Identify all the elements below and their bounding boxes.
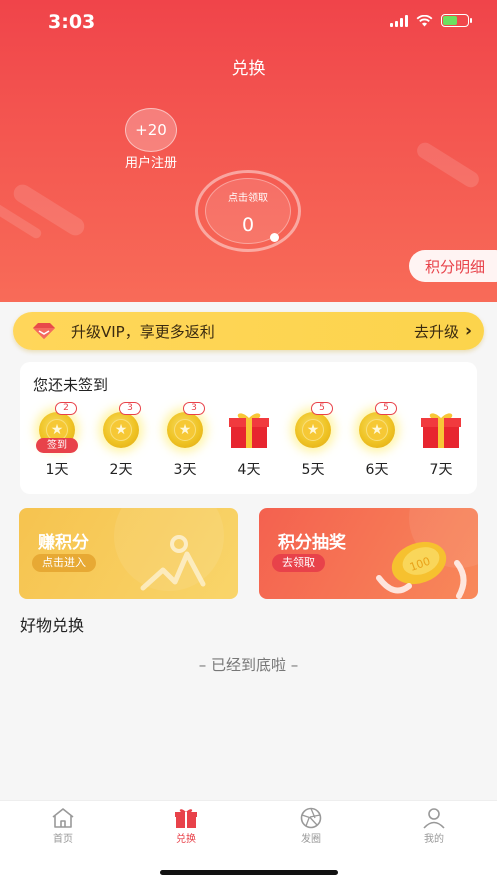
- signal-icon: [390, 14, 408, 27]
- battery-icon: [441, 14, 472, 27]
- status-time: 3:03: [48, 11, 96, 33]
- home-indicator: [160, 870, 338, 875]
- vip-upgrade-link[interactable]: 去升级: [414, 321, 459, 342]
- day-points-badge: 5: [375, 402, 397, 415]
- claim-value: 0: [241, 214, 255, 236]
- chevron-right-icon: ›: [464, 321, 472, 341]
- status-bar: 3:03: [0, 0, 497, 44]
- points-lottery-claim-button[interactable]: 去领取: [272, 554, 325, 572]
- sign-day-1[interactable]: ★ 2 签到 1天: [27, 400, 87, 490]
- day-points-badge: 2: [55, 402, 77, 415]
- sign-day-7[interactable]: 7天: [411, 400, 471, 490]
- sign-day-5[interactable]: ★ 5 5天: [283, 400, 343, 490]
- claim-label: 点击领取: [228, 193, 268, 204]
- tab-exchange[interactable]: 兑换: [156, 807, 216, 849]
- day-label: 7天: [429, 462, 453, 478]
- coin-icon: ★: [167, 412, 203, 448]
- tab-home[interactable]: 首页: [33, 807, 93, 849]
- day-points-badge: 3: [119, 402, 141, 415]
- home-icon: [52, 808, 74, 828]
- user-icon: [423, 808, 445, 829]
- points-detail-button[interactable]: 积分明细: [408, 250, 497, 282]
- earn-points-title: 赚积分: [38, 533, 89, 553]
- gift-icon: [175, 809, 197, 828]
- day-label: 6天: [365, 462, 389, 478]
- tab-label: 首页: [53, 834, 73, 845]
- coin-icon: ★: [359, 412, 395, 448]
- tab-mine[interactable]: 我的: [404, 807, 464, 849]
- tab-label: 兑换: [176, 834, 196, 845]
- register-bonus-label: 用户注册: [124, 156, 177, 171]
- points-lottery-title: 积分抽奖: [278, 533, 346, 553]
- decor-streak: [414, 139, 482, 191]
- vip-upgrade-banner[interactable]: 升级VIP，享更多返利 去升级 ›: [13, 312, 484, 350]
- wifi-icon: [416, 14, 433, 26]
- sign-in-card: 您还未签到 ★ 2 签到 1天 ★ 3 2天 ★ 3 3天 4天 ★ 5 5天 …: [20, 362, 477, 494]
- header-banner: 3:03 兑换 +20 用户注册 点击领取 0 积分明细: [0, 0, 497, 302]
- register-bonus-bubble[interactable]: +20: [125, 108, 177, 152]
- aperture-icon: [300, 807, 322, 829]
- sign-day-3[interactable]: ★ 3 3天: [155, 400, 215, 490]
- day-label: 3天: [173, 462, 197, 478]
- day-points-badge: 3: [183, 402, 205, 415]
- points-lottery-card[interactable]: 100 积分抽奖 去领取: [259, 508, 478, 599]
- tab-label: 我的: [424, 834, 444, 845]
- sign-in-title: 您还未签到: [33, 376, 109, 394]
- diamond-icon: [33, 323, 55, 339]
- gift-box-icon: [229, 413, 269, 448]
- sign-day-4[interactable]: 4天: [219, 400, 279, 490]
- sign-day-6[interactable]: ★ 5 6天: [347, 400, 407, 490]
- coin-icon: ★: [103, 412, 139, 448]
- goods-exchange-title: 好物兑换: [20, 616, 85, 635]
- sign-day-2[interactable]: ★ 3 2天: [91, 400, 151, 490]
- tab-label: 发圈: [301, 834, 321, 845]
- gift-box-icon: [421, 413, 461, 448]
- tab-moments[interactable]: 发圈: [281, 807, 341, 849]
- coin-icon: ★: [295, 412, 331, 448]
- earn-points-card[interactable]: 赚积分 点击进入: [19, 508, 238, 599]
- page-title: 兑换: [231, 59, 266, 79]
- day-label: 1天: [45, 462, 69, 478]
- day-label: 2天: [109, 462, 133, 478]
- day-label: 5天: [301, 462, 325, 478]
- day-points-badge: 5: [311, 402, 333, 415]
- vip-text: 升级VIP，享更多返利: [71, 322, 215, 341]
- earn-points-enter-button[interactable]: 点击进入: [32, 554, 96, 572]
- sign-in-tag[interactable]: 签到: [36, 438, 78, 453]
- claim-indicator-dot: [270, 233, 279, 242]
- end-of-list-text: – 已经到底啦 –: [198, 656, 299, 674]
- day-label: 4天: [237, 462, 261, 478]
